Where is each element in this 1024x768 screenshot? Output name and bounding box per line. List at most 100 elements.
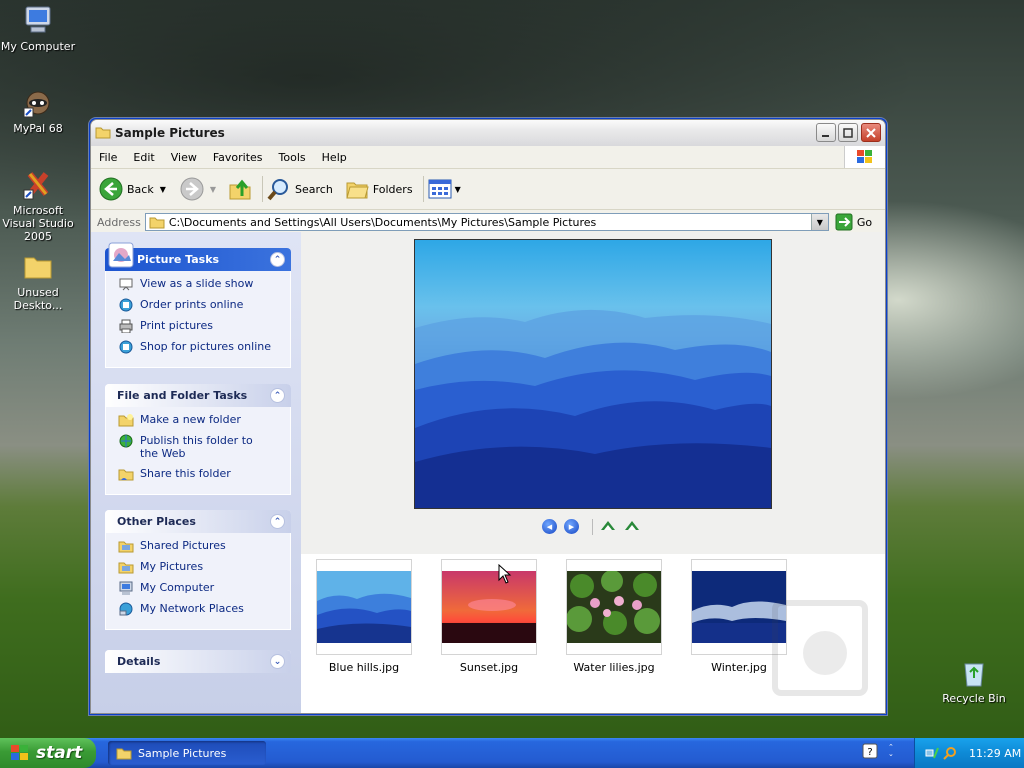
- desktop-icon-label: Microsoft Visual Studio 2005: [2, 204, 74, 243]
- thumbnail-frame: [566, 559, 662, 655]
- recycle-bin-icon: [958, 656, 990, 688]
- rotate-counterclockwise-icon: [625, 521, 639, 530]
- desktop-icon-my-computer[interactable]: My Computer: [0, 4, 76, 53]
- desktop-icon-visual-studio[interactable]: Microsoft Visual Studio 2005: [0, 168, 76, 243]
- task-label: Shop for pictures online: [140, 340, 271, 353]
- task-share-folder[interactable]: Share this folder: [118, 467, 290, 481]
- file-folder-tasks-body: Make a new folder Publish this folder to…: [105, 407, 291, 495]
- desktop-icon-recycle-bin[interactable]: Recycle Bin: [936, 656, 1012, 705]
- system-tray: 11:29 AM: [914, 738, 1024, 768]
- menu-favorites[interactable]: Favorites: [205, 151, 271, 164]
- folder-icon: [22, 250, 54, 282]
- thumbnail-item[interactable]: Sunset.jpg: [441, 559, 537, 674]
- place-my-computer[interactable]: My Computer: [118, 581, 290, 595]
- water-lilies-thumbnail: [567, 571, 661, 643]
- window-content: Picture Tasks ⌃ View as a slide show Ord…: [91, 232, 885, 713]
- taskbar: start Sample Pictures ? ⌃ ⌄ 11:29 AM: [0, 738, 1024, 768]
- svg-text:?: ?: [867, 747, 872, 758]
- previous-image-button[interactable]: ◀: [542, 519, 557, 534]
- menu-tools[interactable]: Tools: [271, 151, 314, 164]
- place-my-pictures[interactable]: My Pictures: [118, 560, 290, 574]
- thumbnail-caption: Water lilies.jpg: [573, 661, 655, 674]
- place-label: My Network Places: [140, 602, 244, 615]
- desktop-icon-label: My Computer: [0, 40, 76, 53]
- collapse-picture-tasks-button[interactable]: ⌃: [270, 252, 285, 267]
- details-panel: Details ⌄: [105, 650, 291, 673]
- forward-button[interactable]: ▼: [180, 177, 216, 201]
- up-folder-button[interactable]: [228, 177, 252, 201]
- blue-hills-thumbnail: [317, 571, 411, 643]
- file-folder-tasks-header[interactable]: File and Folder Tasks ⌃: [105, 384, 291, 407]
- share-folder-icon: [118, 469, 134, 481]
- close-button[interactable]: [861, 123, 881, 142]
- desktop-icon-unused[interactable]: Unused Deskto...: [0, 250, 76, 312]
- place-shared-pictures[interactable]: Shared Pictures: [118, 539, 290, 553]
- address-input[interactable]: C:\Documents and Settings\All Users\Docu…: [144, 213, 829, 231]
- search-button[interactable]: Search: [267, 177, 333, 201]
- windows-logo-icon: [10, 744, 30, 762]
- picture-tasks-header[interactable]: Picture Tasks ⌃: [105, 242, 291, 271]
- task-publish-web[interactable]: Publish this folder to the Web: [118, 434, 290, 460]
- preview-image: [414, 239, 772, 509]
- other-places-header[interactable]: Other Places ⌃: [105, 510, 291, 533]
- title-bar[interactable]: Sample Pictures: [91, 120, 885, 146]
- task-shop-pictures[interactable]: Shop for pictures online: [118, 340, 290, 354]
- expand-details-button[interactable]: ⌄: [270, 654, 285, 669]
- up-folder-icon: [229, 179, 251, 200]
- task-pane: Picture Tasks ⌃ View as a slide show Ord…: [91, 232, 301, 713]
- collapse-file-folder-tasks-button[interactable]: ⌃: [270, 388, 285, 403]
- place-label: My Pictures: [140, 560, 204, 573]
- desktop-icon-mypal[interactable]: MyPal 68: [0, 86, 76, 135]
- details-header[interactable]: Details ⌄: [105, 650, 291, 673]
- thumbnail-caption: Blue hills.jpg: [328, 661, 400, 674]
- menu-view[interactable]: View: [163, 151, 205, 164]
- start-button[interactable]: start: [0, 738, 96, 768]
- task-view-slideshow[interactable]: View as a slide show: [118, 277, 290, 291]
- desktop-icon-label: Recycle Bin: [942, 692, 1006, 705]
- go-arrow-icon: [835, 213, 853, 231]
- file-view: ◀ ▶ Blue hills.jpg Sunset.jpg Water lili…: [301, 232, 885, 713]
- thumbnail-item[interactable]: Blue hills.jpg: [316, 559, 412, 674]
- address-dropdown-button[interactable]: ▼: [810, 214, 828, 230]
- search-tray-icon[interactable]: [943, 746, 957, 760]
- thumbnail-item[interactable]: Water lilies.jpg: [566, 559, 662, 674]
- collapse-other-places-button[interactable]: ⌃: [270, 514, 285, 529]
- taskbar-item-sample-pictures[interactable]: Sample Pictures: [108, 741, 266, 765]
- task-make-new-folder[interactable]: Make a new folder: [118, 413, 290, 427]
- network-tray-icon[interactable]: [925, 746, 939, 760]
- menu-edit[interactable]: Edit: [125, 151, 162, 164]
- rotate-clockwise-button[interactable]: [599, 518, 617, 535]
- next-image-button[interactable]: ▶: [564, 519, 579, 534]
- views-button[interactable]: ▼: [428, 178, 461, 200]
- menu-help[interactable]: Help: [314, 151, 355, 164]
- tray-chevron-icon[interactable]: ⌃ ⌄: [888, 744, 894, 758]
- clock[interactable]: 11:29 AM: [969, 747, 1021, 760]
- thumbnail-frame: [441, 559, 537, 655]
- address-label: Address: [97, 215, 141, 229]
- go-button[interactable]: Go: [835, 213, 872, 231]
- task-label: View as a slide show: [140, 277, 254, 290]
- thumbnail-caption: Sunset.jpg: [459, 661, 519, 674]
- help-button[interactable]: ?: [862, 743, 878, 759]
- computer-icon: [22, 4, 54, 36]
- folders-button[interactable]: Folders: [345, 177, 413, 201]
- other-places-body: Shared Pictures My Pictures My Computer: [105, 533, 291, 630]
- back-button[interactable]: Back ▼: [99, 177, 166, 201]
- minimize-button[interactable]: [816, 123, 836, 142]
- back-dropdown-icon[interactable]: ▼: [160, 185, 166, 194]
- task-order-prints[interactable]: Order prints online: [118, 298, 290, 312]
- raccoon-icon: [22, 86, 54, 118]
- chevron-down-icon: ⌄: [273, 656, 282, 667]
- maximize-icon: [843, 127, 853, 138]
- minimize-icon: [822, 134, 829, 137]
- rotate-counterclockwise-button[interactable]: [623, 518, 641, 535]
- start-label: start: [36, 743, 83, 763]
- previous-icon: ◀: [546, 522, 553, 531]
- menu-file[interactable]: File: [91, 151, 125, 164]
- sunset-thumbnail: [442, 571, 536, 643]
- shop-icon: [119, 340, 133, 354]
- back-label: Back: [127, 182, 154, 196]
- maximize-button[interactable]: [838, 123, 858, 142]
- place-network-places[interactable]: My Network Places: [118, 602, 290, 616]
- task-print-pictures[interactable]: Print pictures: [118, 319, 290, 333]
